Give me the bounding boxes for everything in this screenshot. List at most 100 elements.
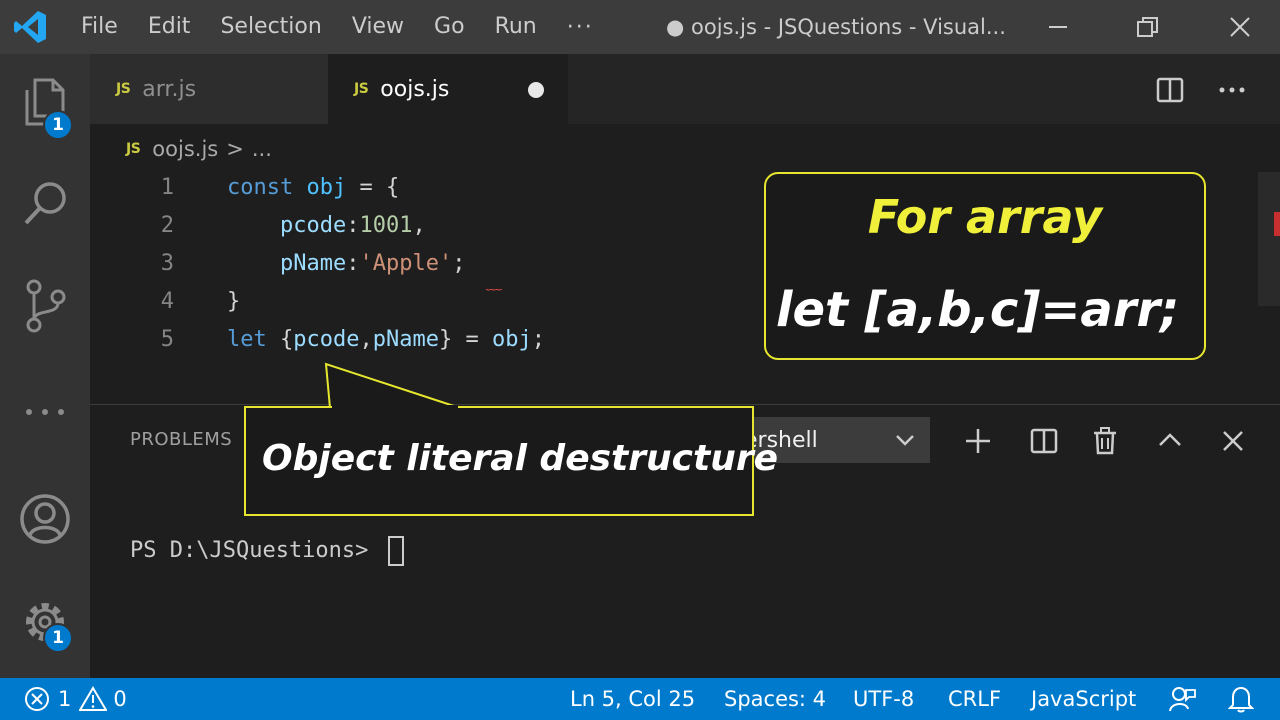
restore-button[interactable] — [1118, 0, 1178, 54]
more-actions-icon — [1219, 87, 1245, 93]
menu-view[interactable]: View — [337, 0, 419, 54]
breadcrumb-file[interactable]: oojs.js — [152, 137, 218, 161]
js-file-icon: JS — [126, 141, 141, 157]
notifications-button[interactable] — [1228, 678, 1254, 720]
tab-arr-js[interactable]: JS arr.js — [90, 54, 328, 124]
minimize-button[interactable] — [1028, 0, 1088, 54]
feedback-button[interactable] — [1168, 678, 1196, 720]
tab-label: arr.js — [142, 76, 197, 102]
activity-explorer[interactable]: 1 — [0, 62, 90, 142]
line-number: 3 — [160, 251, 174, 276]
menu-file[interactable]: File — [66, 0, 133, 54]
status-position[interactable]: Ln 5, Col 25 — [570, 678, 695, 720]
bell-icon — [1228, 686, 1254, 713]
terminal-cursor — [387, 536, 404, 566]
chevron-up-icon — [1159, 433, 1181, 446]
maximize-panel-button[interactable] — [1148, 419, 1192, 463]
code-token: , — [359, 327, 373, 352]
error-squiggle-icon: ﹏ — [486, 274, 503, 293]
source-control-icon — [26, 279, 66, 333]
activity-settings[interactable]: 1 — [0, 582, 90, 662]
new-terminal-button[interactable] — [956, 419, 1000, 463]
code-token: pName — [372, 327, 439, 352]
account-icon — [20, 494, 70, 544]
split-editor-button[interactable] — [1150, 70, 1190, 110]
feedback-icon — [1169, 687, 1196, 712]
warning-icon — [79, 686, 108, 711]
chevron-down-icon — [896, 435, 914, 446]
array-callout-title: For array — [867, 190, 1103, 244]
activity-source-control[interactable] — [0, 266, 90, 346]
js-file-icon: JS — [354, 81, 369, 97]
warning-count: 0 — [113, 687, 127, 711]
status-encoding[interactable]: UTF-8 — [853, 678, 914, 720]
split-terminal-button[interactable] — [1022, 419, 1066, 463]
code-text: pName:'Apple'; — [227, 245, 465, 283]
js-file-icon: JS — [116, 81, 131, 97]
tab-bar: JS arr.js JS oojs.js — [90, 54, 1280, 124]
menu-edit[interactable]: Edit — [133, 0, 206, 54]
tab-label: oojs.js — [380, 76, 450, 102]
vscode-logo-icon[interactable] — [12, 9, 48, 45]
more-icon — [26, 409, 64, 415]
tab-oojs-js[interactable]: JS oojs.js — [328, 54, 568, 124]
code-text: let {pcode,pName} = obj; — [227, 321, 545, 359]
split-editor-icon — [1156, 77, 1184, 103]
editor-more-button[interactable] — [1212, 70, 1252, 110]
breadcrumb-symbols[interactable]: ... — [252, 137, 272, 161]
code-token: 'Apple' — [359, 251, 453, 276]
restore-icon — [1137, 17, 1158, 37]
kill-terminal-button[interactable] — [1083, 419, 1127, 463]
menu-selection[interactable]: Selection — [205, 0, 336, 54]
status-language[interactable]: JavaScript — [1031, 678, 1136, 720]
settings-badge: 1 — [43, 623, 73, 653]
object-callout-text: Object literal destructure — [262, 438, 778, 479]
close-panel-button[interactable] — [1211, 419, 1255, 463]
title-bar: File Edit Selection View Go Run ··· ● oo… — [0, 0, 1280, 54]
breadcrumb: JS oojs.js > ... — [126, 132, 272, 166]
code-token: : — [346, 251, 360, 276]
status-eol[interactable]: CRLF — [948, 678, 1001, 720]
error-count: 1 — [58, 687, 72, 711]
minimize-icon — [1049, 26, 1067, 28]
activity-accounts[interactable] — [0, 479, 90, 559]
code-text: } — [227, 283, 240, 321]
unsaved-dot-icon[interactable] — [528, 82, 544, 98]
status-bar: 1 0 Ln 5, Col 25 Spaces: 4 UTF-8 CRLF Ja… — [0, 678, 1280, 720]
error-marker — [1274, 212, 1280, 236]
code-token: let — [227, 327, 267, 352]
close-window-button[interactable] — [1210, 0, 1270, 54]
split-terminal-icon — [1030, 428, 1058, 454]
breadcrumb-separator-icon: > — [226, 137, 244, 161]
explorer-badge: 1 — [43, 110, 73, 140]
status-problems[interactable]: 1 0 — [24, 678, 127, 720]
status-indentation[interactable]: Spaces: 4 — [724, 678, 826, 720]
code-token: pName — [279, 251, 347, 276]
code-token: } — [227, 289, 241, 314]
editor-overview-ruler[interactable] — [1258, 172, 1280, 306]
error-icon — [25, 687, 49, 711]
activity-bar: 1 1 — [0, 54, 90, 678]
code-token: { — [266, 327, 294, 352]
code-token: pcode — [293, 327, 360, 352]
tab-problems[interactable]: PROBLEMS — [130, 429, 232, 450]
menu-more-icon[interactable]: ··· — [552, 15, 609, 40]
activity-more[interactable] — [0, 372, 90, 452]
line-number: 5 — [160, 327, 174, 352]
terminal-prompt-text: PS D:\JSQuestions> — [130, 538, 382, 563]
code-token: ; — [452, 251, 466, 276]
close-icon — [1230, 17, 1250, 37]
menu-go[interactable]: Go — [419, 0, 480, 54]
close-icon — [1223, 431, 1243, 451]
line-number: 4 — [160, 289, 174, 314]
code-token: obj — [491, 327, 532, 352]
menu-bar: File Edit Selection View Go Run ··· — [66, 0, 609, 54]
plus-icon — [966, 429, 990, 453]
trash-icon — [1094, 427, 1116, 455]
array-callout-code: let [a,b,c]=arr; — [776, 282, 1180, 338]
menu-run[interactable]: Run — [480, 0, 552, 54]
code-token: ; — [531, 327, 545, 352]
window-title: ● oojs.js - JSQuestions - Visual... — [666, 15, 1006, 39]
terminal-prompt[interactable]: PS D:\JSQuestions> — [130, 536, 404, 566]
